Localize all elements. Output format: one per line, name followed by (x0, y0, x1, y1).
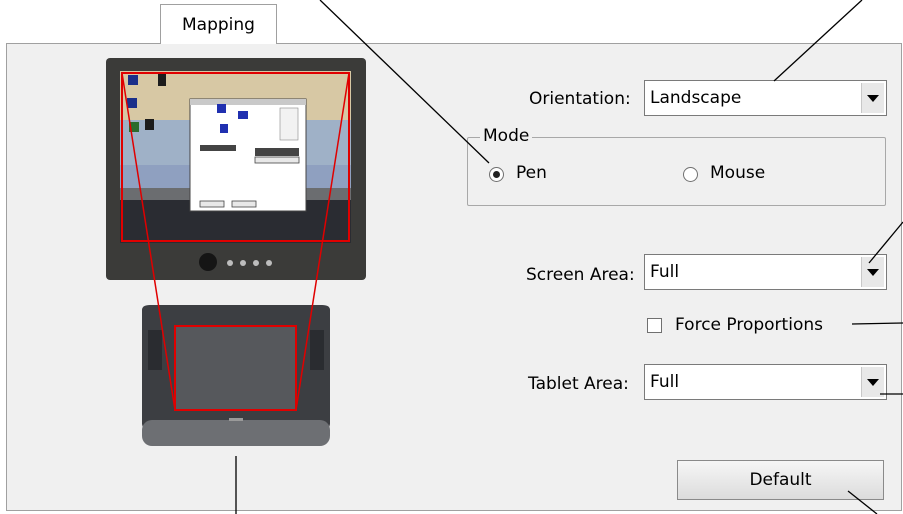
mapping-illustration (106, 58, 366, 446)
tab-mapping-label: Mapping (182, 14, 255, 35)
tab-mapping[interactable]: Mapping (160, 4, 277, 44)
monitor-illustration (106, 58, 366, 280)
